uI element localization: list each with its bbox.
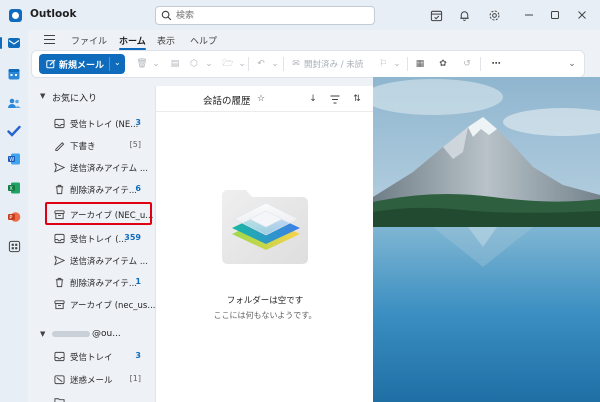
star-icon[interactable]: ☆ xyxy=(254,92,268,106)
blurred-account-name xyxy=(52,331,90,337)
folder-item[interactable]: 送信済みアイテム ... xyxy=(32,156,155,178)
favorites-header[interactable]: ▼ お気に入り xyxy=(32,86,155,106)
highlight-box xyxy=(45,202,152,225)
more-options-icon[interactable]: ⋯ xyxy=(489,57,503,71)
minimize-button[interactable] xyxy=(520,6,538,24)
more-apps-icon[interactable] xyxy=(5,237,23,255)
envelope-open-icon[interactable]: ✉ xyxy=(289,57,303,71)
folder-icon xyxy=(53,395,65,402)
chevron-down-icon[interactable]: ⌄ xyxy=(149,57,163,71)
mail-icon[interactable] xyxy=(0,34,23,52)
ribbon-tabs: ファイル ホーム 表示 ヘルプ xyxy=(30,30,590,50)
delete-icon[interactable]: 🗑 xyxy=(135,57,149,71)
sort-down-icon[interactable]: ↓ xyxy=(306,92,320,106)
sent-icon xyxy=(53,161,65,173)
outlook-logo-icon xyxy=(9,9,22,22)
search-input[interactable] xyxy=(176,9,366,22)
inbox-icon xyxy=(53,117,65,129)
message-list: 会話の履歴 ☆ ↓ ⇅ フォルダーは空です ここには何もないようです。 xyxy=(155,86,374,402)
drafts-icon xyxy=(53,139,65,151)
calendar-view-icon[interactable]: ▦ xyxy=(413,57,427,71)
tab-home[interactable]: ホーム xyxy=(119,34,146,50)
svg-text:X: X xyxy=(9,186,13,192)
folder-pane: ▼ お気に入り 受信トレイ (NE... 3 下書き [5] 送信済みアイテム … xyxy=(32,86,155,402)
archive-icon[interactable]: ▤ xyxy=(168,57,182,71)
todo-icon[interactable] xyxy=(5,122,23,140)
chevron-down-icon[interactable]: ⌄ xyxy=(114,58,121,67)
mountain-lake-background-image xyxy=(373,77,600,402)
powerpoint-app-icon[interactable]: P xyxy=(5,208,23,226)
sort-icon[interactable]: ⇅ xyxy=(350,92,364,106)
tab-help[interactable]: ヘルプ xyxy=(190,34,217,47)
reply-icon[interactable]: ↶ xyxy=(254,57,268,71)
app-rail: W X P xyxy=(0,30,28,402)
title-bar: Outlook xyxy=(0,0,600,30)
filter-icon[interactable] xyxy=(328,92,342,106)
folder-item[interactable]: 削除済みアイテ... 1 xyxy=(32,271,155,293)
search-box[interactable] xyxy=(155,6,375,25)
folder-item[interactable]: 削除済みアイテ... 6 xyxy=(32,178,155,200)
message-list-header: 会話の履歴 ☆ ↓ ⇅ xyxy=(156,86,374,112)
sent-icon xyxy=(53,254,65,266)
chevron-down-icon[interactable]: ⌄ xyxy=(235,57,249,71)
tab-view[interactable]: 表示 xyxy=(157,34,175,47)
chevron-down-icon[interactable]: ⌄ xyxy=(268,57,282,71)
trash-icon xyxy=(53,183,65,195)
report-icon[interactable]: ⬡ xyxy=(187,57,201,71)
app-title: Outlook xyxy=(30,8,77,20)
folder-title: 会話の履歴 xyxy=(203,96,251,107)
account-header[interactable]: ▼ @ou... xyxy=(32,324,155,344)
folder-item[interactable]: 下書き [5] xyxy=(32,134,155,156)
copilot-icon[interactable]: ✿ xyxy=(436,57,450,71)
empty-folder-subtitle: ここには何もないようです。 xyxy=(213,311,317,320)
chevron-down-icon: ▼ xyxy=(40,330,46,338)
folder-item-partial[interactable] xyxy=(32,390,155,402)
inbox-icon xyxy=(53,232,65,244)
people-icon[interactable] xyxy=(5,94,23,112)
folder-item[interactable]: 受信トレイ (... 359 xyxy=(32,227,155,249)
new-mail-button[interactable]: 新規メール ⌄ xyxy=(39,54,125,74)
undo-icon[interactable]: ↺ xyxy=(460,57,474,71)
calendar-icon[interactable] xyxy=(5,65,23,83)
gear-icon[interactable] xyxy=(486,7,502,23)
excel-app-icon[interactable]: X xyxy=(5,179,23,197)
flag-icon[interactable]: ⚐ xyxy=(376,57,390,71)
my-day-icon[interactable] xyxy=(428,7,444,23)
empty-folder-title: フォルダーは空です xyxy=(226,296,304,306)
folder-item[interactable]: アーカイブ (nec_us... xyxy=(32,293,155,315)
chevron-down-icon[interactable]: ⌄ xyxy=(565,57,579,71)
maximize-button[interactable] xyxy=(546,6,564,24)
bell-icon[interactable] xyxy=(456,7,472,23)
chevron-down-icon: ▼ xyxy=(40,92,46,100)
search-icon xyxy=(161,10,172,21)
archive-icon xyxy=(53,298,65,310)
junk-icon xyxy=(53,373,65,385)
svg-text:P: P xyxy=(9,215,12,221)
folder-item[interactable]: 受信トレイ 3 xyxy=(32,345,155,367)
folder-item[interactable]: 迷惑メール [1] xyxy=(32,368,155,390)
inbox-icon xyxy=(53,350,65,362)
svg-text:W: W xyxy=(9,157,14,163)
chevron-down-icon[interactable]: ⌄ xyxy=(390,57,404,71)
empty-folder-illustration xyxy=(222,190,308,264)
move-to-folder-icon[interactable]: 🗁 xyxy=(221,57,235,71)
folder-item[interactable]: 送信済みアイテム ... xyxy=(32,249,155,271)
trash-icon xyxy=(53,276,65,288)
compose-icon xyxy=(46,59,56,72)
chevron-down-icon[interactable]: ⌄ xyxy=(202,57,216,71)
word-app-icon[interactable]: W xyxy=(5,150,23,168)
read-unread-button[interactable]: 開封済み / 未読 xyxy=(304,58,363,70)
ribbon-toolbar: 新規メール ⌄ 🗑 ⌄ ▤ ⬡ ⌄ 🗁 ⌄ ↶ ⌄ ✉ 開封済み / 未読 ⚐ … xyxy=(32,51,584,77)
tab-file[interactable]: ファイル xyxy=(71,34,107,47)
folder-item[interactable]: 受信トレイ (NE... 3 xyxy=(32,112,155,134)
favorites-title: お気に入り xyxy=(52,94,98,104)
close-button[interactable] xyxy=(573,6,591,24)
account-label: @ou... xyxy=(92,329,121,339)
new-mail-label: 新規メール xyxy=(59,61,105,71)
